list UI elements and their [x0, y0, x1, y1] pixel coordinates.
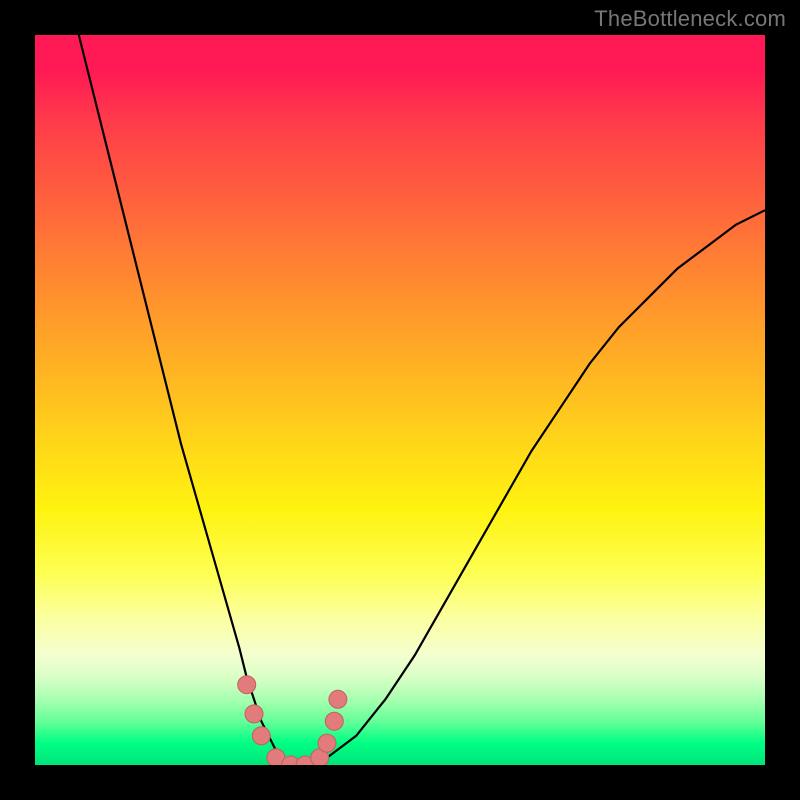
min-marker: [252, 727, 270, 745]
min-markers-group: [238, 676, 347, 765]
min-marker: [318, 734, 336, 752]
chart-frame: TheBottleneck.com: [0, 0, 800, 800]
min-marker: [238, 676, 256, 694]
min-marker: [325, 712, 343, 730]
plot-area: [35, 35, 765, 765]
bottleneck-curve: [79, 35, 765, 765]
min-marker: [245, 705, 263, 723]
chart-svg: [35, 35, 765, 765]
curve-path: [79, 35, 765, 765]
min-marker: [329, 690, 347, 708]
watermark-text: TheBottleneck.com: [594, 6, 786, 32]
